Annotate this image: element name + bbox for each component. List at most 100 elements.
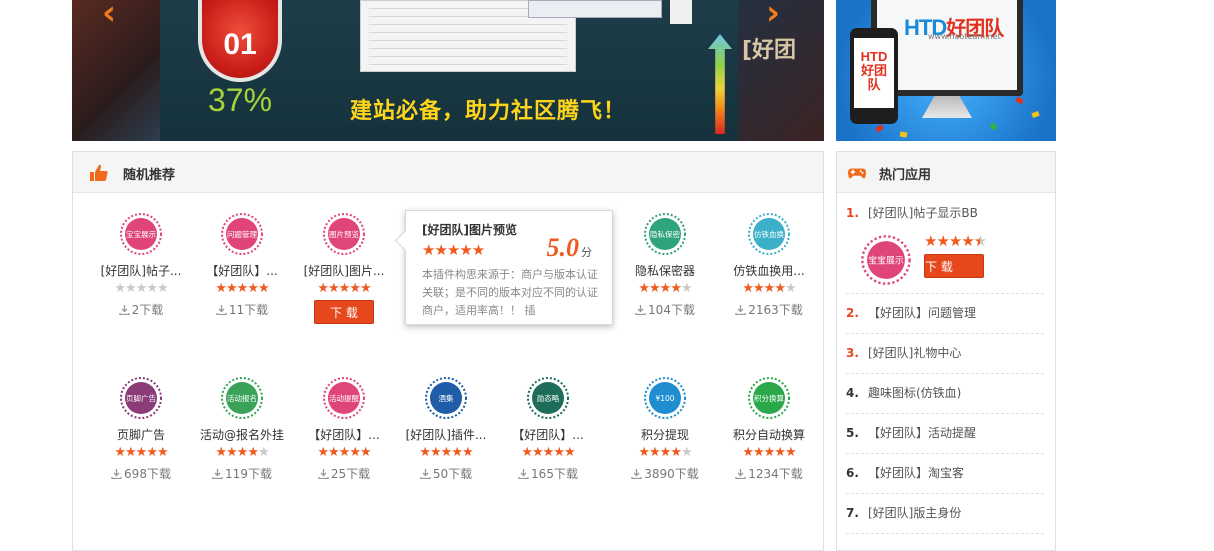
hot-app-rank: 7. [846, 506, 859, 520]
download-icon [631, 469, 642, 479]
side-banner[interactable]: HTD好团队 www.haoteam.net HTD 好团队 [836, 0, 1056, 141]
plugin-item[interactable]: 酒集 [好团队]插件... ★★★★★ 50下载 [394, 376, 498, 482]
plugin-logo-icon[interactable]: 页脚广告 [119, 376, 163, 420]
svg-text:隐私保密: 隐私保密 [650, 229, 680, 239]
rating-stars: ★★★★★ [521, 445, 575, 460]
rating-stars: ★★★★★ [924, 232, 987, 250]
plugin-logo-icon[interactable]: 问题管理 [220, 212, 264, 256]
plugin-item[interactable]: 图片预览 [好团队]图片... ★★★★★ 下 载 [292, 212, 396, 324]
main-banner[interactable]: ‹ › 01 37% 建站必备，助力社区腾飞！ [好团 [72, 0, 824, 141]
download-button[interactable]: 下 载 [314, 300, 374, 324]
plugin-logo-icon[interactable]: 积分换算 [747, 376, 791, 420]
hot-app-name[interactable]: 趣味图标(仿铁血) [868, 386, 961, 400]
hot-app-item[interactable]: 4. 趣味图标(仿铁血) [846, 384, 1044, 414]
plugin-name[interactable]: 隐私保密器 [613, 262, 717, 278]
svg-text:宝宝展示: 宝宝展示 [126, 229, 156, 239]
download-icon [735, 305, 746, 315]
plugin-item[interactable]: 隐私保密 隐私保密器 ★★★★★ 104下载 [613, 212, 717, 318]
plugin-logo-icon[interactable]: 仿铁血换 [747, 212, 791, 256]
download-count: 11下载 [190, 301, 294, 318]
download-button[interactable]: 下 载 [924, 254, 984, 278]
plugin-logo-icon[interactable]: 隐私保密 [643, 212, 687, 256]
plugin-name[interactable]: 积分自动换算 [717, 426, 821, 442]
hot-app-name[interactable]: [好团队]礼物中心 [868, 346, 961, 360]
svg-text:问题管理: 问题管理 [227, 229, 257, 239]
download-count: 50下载 [394, 465, 498, 482]
panel-header: 热门应用 [837, 152, 1055, 193]
plugin-logo-icon[interactable]: 酒集 [424, 376, 468, 420]
plugin-name[interactable]: 积分提现 [613, 426, 717, 442]
hot-app-item[interactable]: 6. 【好团队】淘宝客 [846, 464, 1044, 494]
svg-text:活动提醒: 活动提醒 [329, 393, 359, 403]
download-icon [735, 469, 746, 479]
plugin-name[interactable]: 【好团队】... [190, 262, 294, 278]
rating-stars: ★★★★★ [215, 445, 269, 460]
hot-app-item[interactable]: 2. 【好团队】问题管理 [846, 304, 1044, 334]
plugin-item[interactable]: 积分换算 积分自动换算 ★★★★★ 1234下载 [717, 376, 821, 482]
panel-title: 随机推荐 [123, 168, 176, 183]
hot-app-item[interactable]: 5. 【好团队】活动提醒 [846, 424, 1044, 454]
plugin-name[interactable]: 仿铁血换用... [717, 262, 821, 278]
plugin-name[interactable]: 【好团队】... [292, 426, 396, 442]
gamepad-icon [847, 168, 867, 179]
plugin-name[interactable]: 【好团队】... [496, 426, 600, 442]
banner-watermark: [好团 [742, 38, 797, 63]
monitor-stand-icon [922, 96, 972, 118]
banner-next-arrow-icon[interactable]: › [766, 0, 792, 30]
plugin-name[interactable]: 活动@报名外挂 [190, 426, 294, 442]
plugin-logo-icon[interactable]: ¥100 [643, 376, 687, 420]
download-count: 3890下载 [613, 465, 717, 482]
download-icon [216, 305, 227, 315]
rating-stars: ★★★★★ [638, 281, 692, 296]
plugin-logo-icon[interactable]: 宝宝展示 [860, 234, 912, 286]
hot-app-name[interactable]: [好团队]版主身份 [868, 506, 961, 520]
plugin-logo-icon[interactable]: 活动报名 [220, 376, 264, 420]
hot-app-name[interactable]: 【好团队】问题管理 [868, 306, 976, 320]
hot-app-rank: 4. [846, 386, 859, 400]
hot-app-rank: 2. [846, 306, 859, 320]
confetti-icon [875, 124, 884, 133]
hot-app-item[interactable]: 7. [好团队]版主身份 [846, 504, 1044, 534]
confetti-icon [1031, 110, 1040, 119]
plugin-logo-icon[interactable]: 宝宝展示 [119, 212, 163, 256]
hot-app-rank: 5. [846, 426, 859, 440]
plugin-name[interactable]: [好团队]插件... [394, 426, 498, 442]
plugin-item[interactable]: 活动提醒 【好团队】... ★★★★★ 25下载 [292, 376, 396, 482]
download-count: 698下载 [89, 465, 193, 482]
plugin-name[interactable]: [好团队]图片... [292, 262, 396, 278]
banner-prev-arrow-icon[interactable]: ‹ [102, 0, 128, 30]
hot-app-name[interactable]: 【好团队】淘宝客 [868, 466, 964, 480]
plugin-item[interactable]: 仿铁血换 仿铁血换用... ★★★★★ 2163下载 [717, 212, 821, 318]
rating-stars: ★★★★★ [419, 445, 473, 460]
download-count: 1234下载 [717, 465, 821, 482]
banner-screenshot-side [670, 0, 692, 24]
hot-app-feature[interactable]: 宝宝展示 ★★★★★ 下 载 [860, 234, 1040, 288]
plugin-item[interactable]: ¥100 积分提现 ★★★★★ 3890下载 [613, 376, 717, 482]
plugin-item[interactable]: 页脚广告 页脚广告 ★★★★★ 698下载 [89, 376, 193, 482]
plugin-item[interactable]: 问题管理【好团队】... ★★★★★ 11下载 [190, 212, 294, 318]
svg-text:页脚广告: 页脚广告 [126, 393, 156, 403]
hot-app-item[interactable]: 3. [好团队]礼物中心 [846, 344, 1044, 374]
plugin-item[interactable]: 宝宝展示 [好团队]帖子... ★★★★★ 2下载 [89, 212, 193, 318]
plugin-item[interactable]: 活动报名 活动@报名外挂 ★★★★★ 119下载 [190, 376, 294, 482]
rating-stars: ★★★★★ [317, 281, 371, 296]
medal-number: 01 [223, 28, 257, 61]
plugin-logo-icon[interactable]: 勋态略 [526, 376, 570, 420]
svg-text:图片预览: 图片预览 [329, 229, 359, 239]
htd-url: www.haoteam.net [928, 32, 1001, 41]
plugin-logo-icon[interactable]: 活动提醒 [322, 376, 366, 420]
rating-stars: ★★★★★ [317, 445, 371, 460]
plugin-name[interactable]: 页脚广告 [89, 426, 193, 442]
confetti-icon [899, 131, 908, 138]
plugin-preview-tooltip: [好团队]图片预览 ★★★★★ 5.0 分 本插件构思来源于：商户与版本认证关联；… [405, 210, 613, 325]
plugin-name[interactable]: [好团队]帖子... [89, 262, 193, 278]
rating-stars: ★★★★★ [215, 281, 269, 296]
hot-app-name[interactable]: 【好团队】活动提醒 [868, 426, 976, 440]
confetti-icon [989, 122, 998, 131]
plugin-item[interactable]: 勋态略 【好团队】... ★★★★★ 165下载 [496, 376, 600, 482]
download-icon [119, 305, 130, 315]
confetti-icon [1015, 96, 1024, 105]
hot-app-name[interactable]: [好团队]帖子显示BB [868, 206, 978, 220]
plugin-logo-icon[interactable]: 图片预览 [322, 212, 366, 256]
download-icon [212, 469, 223, 479]
